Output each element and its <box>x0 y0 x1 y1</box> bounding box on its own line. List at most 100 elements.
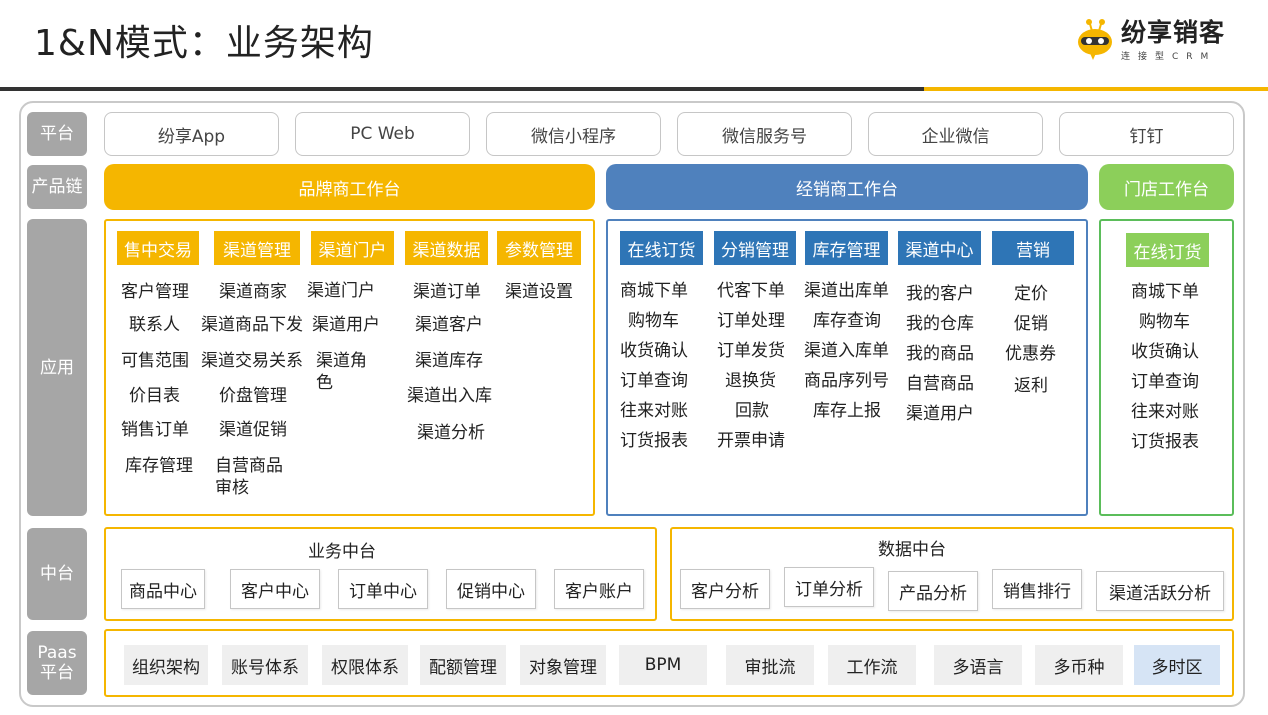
paas-item: BPM <box>619 645 707 685</box>
paas-item: 工作流 <box>828 645 916 685</box>
brand-item: 渠道库存 <box>415 351 483 371</box>
paas-item: 多币种 <box>1035 645 1123 685</box>
brand-item: 价目表 <box>129 386 180 406</box>
business-middle-item: 客户账户 <box>554 569 644 609</box>
brand-workbench-band: 品牌商工作台 <box>104 164 595 210</box>
store-col-header: 在线订货 <box>1126 233 1209 267</box>
distributor-item: 商城下单 <box>620 281 688 301</box>
distributor-col-header: 库存管理 <box>805 231 888 265</box>
distributor-item: 购物车 <box>628 311 679 331</box>
paas-item: 账号体系 <box>222 645 308 685</box>
brand-item: 渠道用户 <box>312 315 380 335</box>
store-item: 商城下单 <box>1131 282 1199 302</box>
store-item: 订单查询 <box>1131 372 1199 392</box>
brand-item: 联系人 <box>129 315 180 335</box>
brand-item: 渠道设置 <box>505 282 573 302</box>
distributor-workbench-band: 经销商工作台 <box>606 164 1088 210</box>
logo-tagline: 连接型CRM <box>1121 51 1217 62</box>
data-middle-title: 数据中台 <box>878 540 946 560</box>
row-label-paas: Paas平台 <box>27 631 87 695</box>
logo-name: 纷享销客 <box>1121 17 1226 47</box>
brand-item: 渠道角色 <box>316 351 367 393</box>
platform-wechat-miniprogram: 微信小程序 <box>486 112 661 156</box>
distributor-item: 促销 <box>1014 314 1048 334</box>
row-label-product-chain: 产品链 <box>27 165 87 209</box>
brand-col-header: 售中交易 <box>117 231 199 265</box>
business-middle-title: 业务中台 <box>308 542 376 562</box>
distributor-item: 渠道出库单 <box>804 281 889 301</box>
business-middle-item: 订单中心 <box>338 569 428 609</box>
distributor-item: 我的商品 <box>906 344 974 364</box>
brand-col-header: 渠道数据 <box>405 231 488 265</box>
distributor-item: 商品序列号 <box>804 371 889 391</box>
page-title: 1&N模式：业务架构 <box>34 23 374 64</box>
row-label-platform: 平台 <box>27 112 87 156</box>
data-middle-item: 客户分析 <box>680 569 770 609</box>
platform-wecom: 企业微信 <box>868 112 1043 156</box>
distributor-item: 库存上报 <box>813 401 881 421</box>
distributor-item: 返利 <box>1014 376 1048 396</box>
distributor-item: 往来对账 <box>620 401 688 421</box>
distributor-item: 渠道用户 <box>906 404 974 424</box>
distributor-item: 优惠券 <box>1005 344 1056 364</box>
brand-col-header: 参数管理 <box>497 231 581 265</box>
brand-item: 渠道分析 <box>417 423 485 443</box>
distributor-col-header: 在线订货 <box>620 231 703 265</box>
distributor-item: 我的客户 <box>906 284 974 304</box>
platform-app: 纷享App <box>104 112 279 156</box>
brand-item: 渠道门户 <box>307 281 375 301</box>
data-middle-item: 产品分析 <box>888 571 978 611</box>
distributor-item: 订货报表 <box>620 431 688 451</box>
distributor-col-header: 营销 <box>992 231 1074 265</box>
data-middle-item: 销售排行 <box>992 569 1082 609</box>
paas-item: 多时区 <box>1134 645 1220 685</box>
distributor-item: 开票申请 <box>717 431 785 451</box>
distributor-item: 库存查询 <box>813 311 881 331</box>
brand-item: 渠道促销 <box>219 420 287 440</box>
paas-item: 对象管理 <box>520 645 606 685</box>
distributor-item: 订单发货 <box>717 341 785 361</box>
store-workbench-band: 门店工作台 <box>1099 164 1234 210</box>
business-middle-item: 促销中心 <box>446 569 536 609</box>
brand-item: 渠道商品下发 <box>201 315 303 335</box>
header-rule-gold <box>924 87 1268 91</box>
distributor-item: 代客下单 <box>717 281 785 301</box>
platform-pc-web: PC Web <box>295 112 470 156</box>
brand-item: 销售订单 <box>121 420 189 440</box>
distributor-item: 回款 <box>735 401 769 421</box>
store-item: 往来对账 <box>1131 402 1199 422</box>
platform-dingtalk: 钉钉 <box>1059 112 1234 156</box>
brand-item: 客户管理 <box>121 282 189 302</box>
business-middle-item: 客户中心 <box>230 569 320 609</box>
data-middle-item: 订单分析 <box>784 567 874 607</box>
brand-item: 渠道商家 <box>219 282 287 302</box>
distributor-item: 退换货 <box>725 371 776 391</box>
header-rule-dark <box>0 87 924 91</box>
paas-item: 组织架构 <box>124 645 208 685</box>
paas-item: 审批流 <box>726 645 814 685</box>
brand-item: 自营商品审核 <box>215 456 283 498</box>
brand-item: 可售范围 <box>121 351 189 371</box>
distributor-col-header: 渠道中心 <box>898 231 981 265</box>
store-item: 订货报表 <box>1131 432 1199 452</box>
paas-item: 权限体系 <box>322 645 408 685</box>
brand-item: 渠道交易关系 <box>201 351 303 371</box>
business-middle-item: 商品中心 <box>121 569 205 609</box>
distributor-item: 自营商品 <box>906 374 974 394</box>
distributor-item: 订单查询 <box>620 371 688 391</box>
data-middle-item: 渠道活跃分析 <box>1096 571 1224 611</box>
platform-wechat-service: 微信服务号 <box>677 112 852 156</box>
brand-item: 渠道客户 <box>415 315 483 335</box>
logo: 纷享销客 连接型CRM <box>1075 18 1225 62</box>
store-item: 收货确认 <box>1131 342 1199 362</box>
brand-item: 库存管理 <box>125 456 193 476</box>
distributor-item: 我的仓库 <box>906 314 974 334</box>
row-label-application: 应用 <box>27 219 87 516</box>
brand-item: 渠道出入库 <box>407 386 492 406</box>
distributor-col-header: 分销管理 <box>714 231 796 265</box>
distributor-item: 收货确认 <box>620 341 688 361</box>
paas-item: 配额管理 <box>420 645 506 685</box>
distributor-item: 定价 <box>1014 284 1048 304</box>
brand-item: 价盘管理 <box>219 386 287 406</box>
bee-logo-icon <box>1075 18 1117 62</box>
